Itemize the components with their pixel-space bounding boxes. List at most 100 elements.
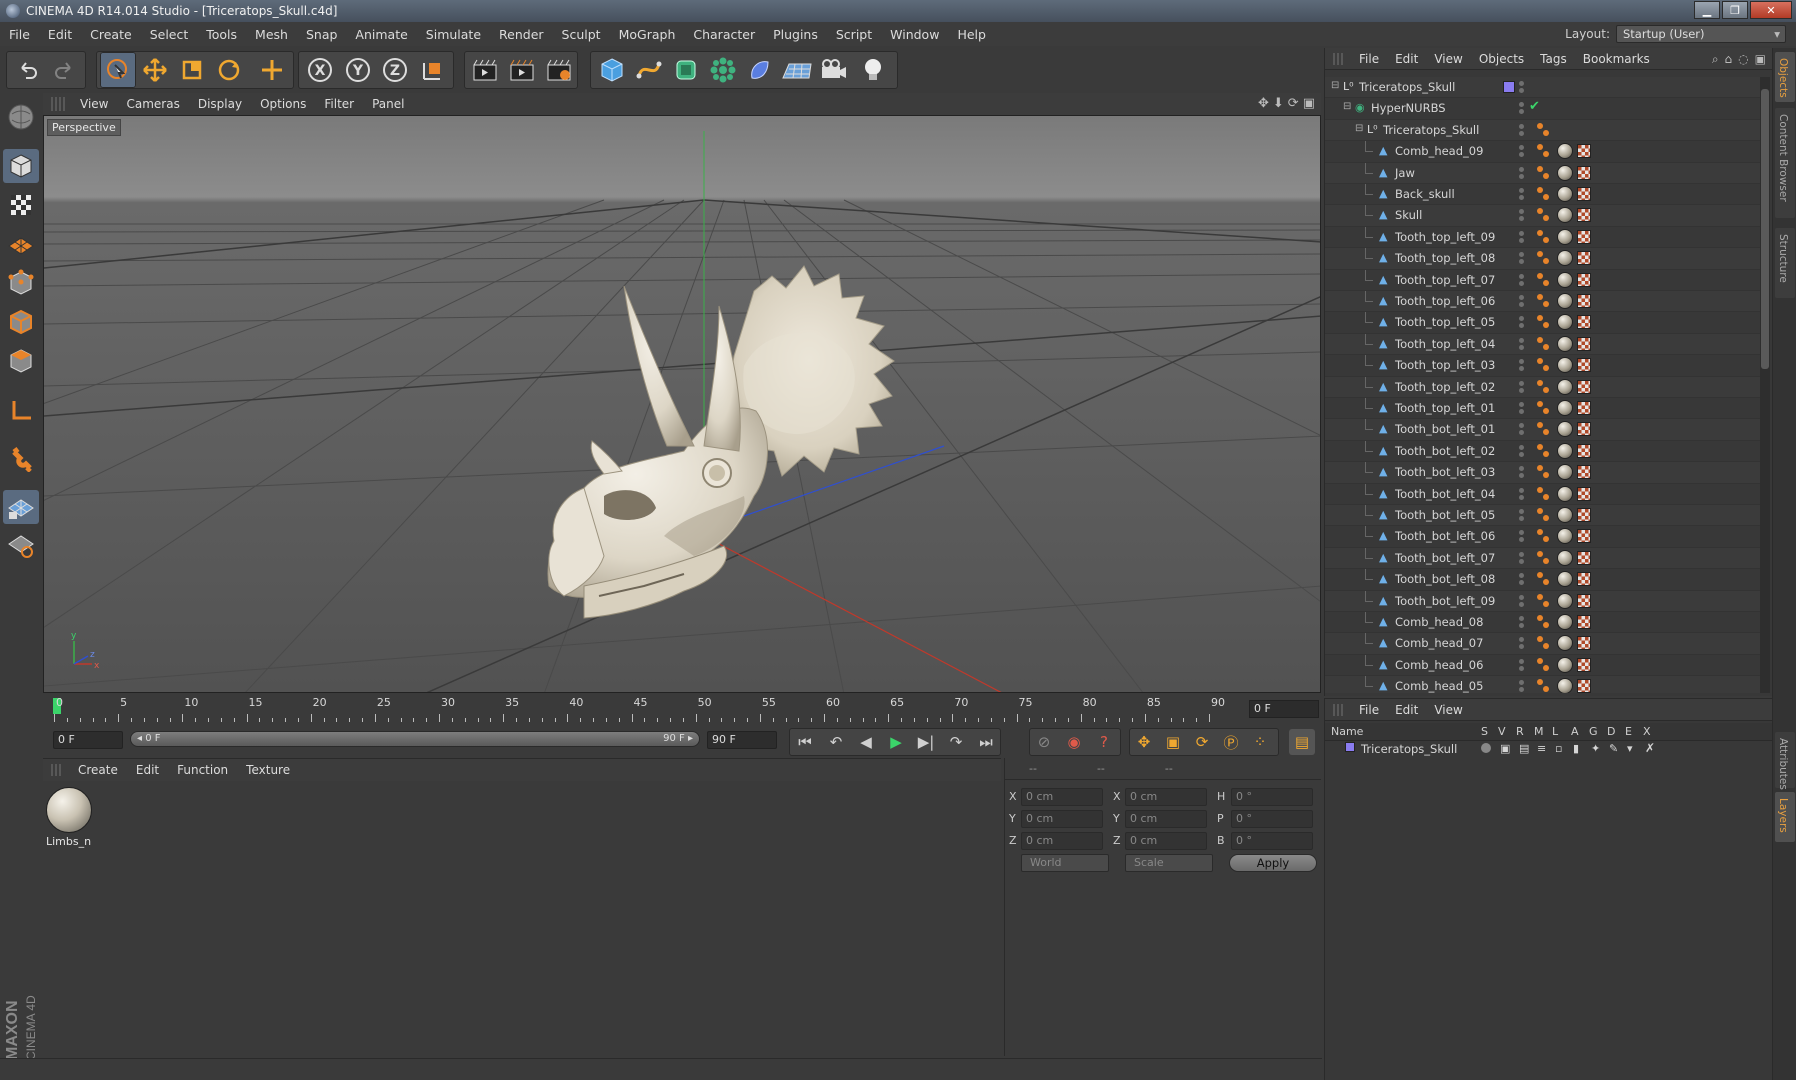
expand-toggle-icon[interactable]: ⊟: [1331, 80, 1339, 91]
render-picture-viewer-icon[interactable]: [504, 52, 540, 88]
material-tag-icon[interactable]: [1557, 271, 1573, 288]
material-menu-edit[interactable]: Edit: [127, 763, 168, 777]
help-icon[interactable]: ?: [1091, 729, 1117, 755]
menu-help[interactable]: Help: [948, 27, 995, 42]
position-z-field[interactable]: 0 cm: [1021, 832, 1103, 850]
timeline-ruler[interactable]: 0 F 0 5 10 15 20 25 30 35 40 45 50 55 60 65 70 75 80 85 90: [43, 694, 1321, 724]
material-menu-function[interactable]: Function: [168, 763, 237, 777]
layer-column-g[interactable]: G: [1589, 725, 1598, 738]
layer-column-a[interactable]: A: [1571, 725, 1579, 738]
texture-tag-icon[interactable]: [1577, 358, 1591, 373]
coordinate-system-icon[interactable]: [414, 52, 450, 88]
visibility-dots-icon[interactable]: [1519, 102, 1525, 115]
visibility-dots-icon[interactable]: [1519, 252, 1525, 265]
menu-character[interactable]: Character: [684, 27, 764, 42]
texture-tag-icon[interactable]: [1577, 615, 1591, 629]
object-tree-scrollbar[interactable]: [1760, 77, 1770, 693]
layer-render-icon[interactable]: ▤: [1519, 742, 1529, 755]
visibility-dots-icon[interactable]: [1519, 273, 1525, 287]
enabled-check-icon[interactable]: ✔: [1529, 99, 1540, 114]
viewport-menu-filter[interactable]: Filter: [315, 97, 363, 111]
panel-grip[interactable]: [1333, 703, 1345, 716]
rotation-h-field[interactable]: 0 °: [1231, 788, 1313, 806]
nurbs-icon[interactable]: [668, 52, 704, 88]
object-menu-objects[interactable]: Objects: [1471, 52, 1532, 66]
next-key-icon[interactable]: ↷: [943, 729, 969, 755]
visibility-dots-icon[interactable]: [1519, 337, 1525, 351]
move-icon[interactable]: [137, 52, 173, 88]
go-to-start-icon[interactable]: ⏮: [792, 729, 818, 755]
visibility-dots-icon[interactable]: [1519, 658, 1525, 672]
rotation-b-field[interactable]: 0 °: [1231, 832, 1313, 850]
object-menu-view[interactable]: View: [1426, 52, 1470, 66]
z-axis-icon[interactable]: Z: [377, 52, 413, 88]
position-x-field[interactable]: 0 cm: [1021, 788, 1103, 806]
size-x-field[interactable]: 0 cm: [1125, 788, 1207, 806]
layer-menu-edit[interactable]: Edit: [1387, 703, 1426, 717]
object-row[interactable]: ▲ Tooth_bot_left_03: [1325, 462, 1761, 484]
cube-icon[interactable]: [594, 52, 630, 88]
visibility-dots-icon[interactable]: [1519, 380, 1525, 394]
visibility-dots-icon[interactable]: [1519, 573, 1525, 586]
material-tag-icon[interactable]: [1557, 442, 1573, 459]
material-tag-icon[interactable]: [1557, 528, 1573, 545]
filter-icon[interactable]: ◌: [1738, 52, 1748, 67]
object-menu-file[interactable]: File: [1351, 52, 1387, 66]
coordinate-space-dropdown[interactable]: World: [1021, 854, 1109, 872]
expand-toggle-icon[interactable]: ⊟: [1343, 101, 1351, 112]
menu-script[interactable]: Script: [827, 27, 881, 42]
layer-column-name[interactable]: Name: [1331, 725, 1363, 738]
texture-tag-icon[interactable]: [1577, 550, 1591, 565]
phong-tag-icon[interactable]: [1537, 315, 1551, 329]
start-frame-field[interactable]: 0 F: [53, 731, 123, 749]
layer-locked-icon[interactable]: ▫: [1555, 742, 1562, 755]
phong-tag-icon[interactable]: [1537, 229, 1551, 244]
axis-icon[interactable]: [3, 393, 39, 427]
spline-icon[interactable]: [631, 52, 667, 88]
viewport-camera-label[interactable]: Perspective: [47, 119, 121, 136]
material-tag-icon[interactable]: [1557, 400, 1573, 416]
visibility-dots-icon[interactable]: [1519, 530, 1525, 543]
object-row[interactable]: ▲ Tooth_top_left_02: [1325, 376, 1761, 398]
object-menu-bookmarks[interactable]: Bookmarks: [1575, 52, 1658, 66]
position-y-field[interactable]: 0 cm: [1021, 810, 1103, 828]
material-swatch[interactable]: Limbs_n: [46, 787, 94, 853]
x-axis-icon[interactable]: X: [302, 52, 338, 88]
layer-column-l[interactable]: L: [1552, 725, 1558, 738]
pla-key-icon[interactable]: ⁘: [1247, 729, 1273, 755]
material-tag-icon[interactable]: [1557, 378, 1573, 395]
texture-tag-icon[interactable]: [1577, 422, 1591, 437]
perspective-viewport[interactable]: y x z Perspective: [43, 115, 1321, 693]
redo-icon[interactable]: [46, 52, 82, 88]
previous-key-icon[interactable]: ↶: [823, 729, 849, 755]
size-z-field[interactable]: 0 cm: [1125, 832, 1207, 850]
object-row[interactable]: ⊟ L⁰ Triceratops_Skull: [1325, 119, 1761, 142]
material-tag-icon[interactable]: [1557, 164, 1573, 181]
phong-tag-icon[interactable]: [1537, 615, 1551, 629]
object-row[interactable]: ▲ Comb_head_09: [1325, 141, 1761, 163]
panel-grip[interactable]: [1333, 52, 1345, 65]
close-button[interactable]: ✕: [1750, 1, 1792, 19]
layer-xref-icon[interactable]: ✗: [1645, 741, 1655, 755]
phong-tag-icon[interactable]: [1537, 401, 1551, 415]
object-row[interactable]: ⊟ ◉ HyperNURBS ✔: [1325, 98, 1761, 120]
object-row[interactable]: ▲ Comb_head_06: [1325, 654, 1761, 677]
layer-color-icon[interactable]: [1503, 81, 1515, 93]
object-row[interactable]: ▲ Tooth_top_left_06: [1325, 291, 1761, 313]
phong-tag-icon[interactable]: [1537, 422, 1551, 436]
object-row[interactable]: ▲ Tooth_top_left_09: [1325, 226, 1761, 249]
layer-generators-icon[interactable]: ✦: [1591, 742, 1600, 755]
texture-tag-icon[interactable]: [1577, 165, 1591, 180]
layer-animation-icon[interactable]: ▮: [1573, 742, 1579, 755]
deformer-icon[interactable]: [742, 52, 778, 88]
visibility-dots-icon[interactable]: [1519, 487, 1525, 501]
layer-column-s[interactable]: S: [1481, 725, 1488, 738]
visibility-dots-icon[interactable]: [1519, 551, 1525, 565]
texture-tag-icon[interactable]: [1577, 315, 1591, 330]
side-tab-structure[interactable]: Structure: [1775, 228, 1795, 298]
object-row[interactable]: ▲ Tooth_top_left_04: [1325, 333, 1761, 356]
object-row[interactable]: ▲ Tooth_bot_left_01: [1325, 419, 1761, 441]
menu-create[interactable]: Create: [81, 27, 141, 42]
texture-tag-icon[interactable]: [1577, 593, 1591, 608]
locked-workplane-icon[interactable]: [3, 528, 39, 562]
